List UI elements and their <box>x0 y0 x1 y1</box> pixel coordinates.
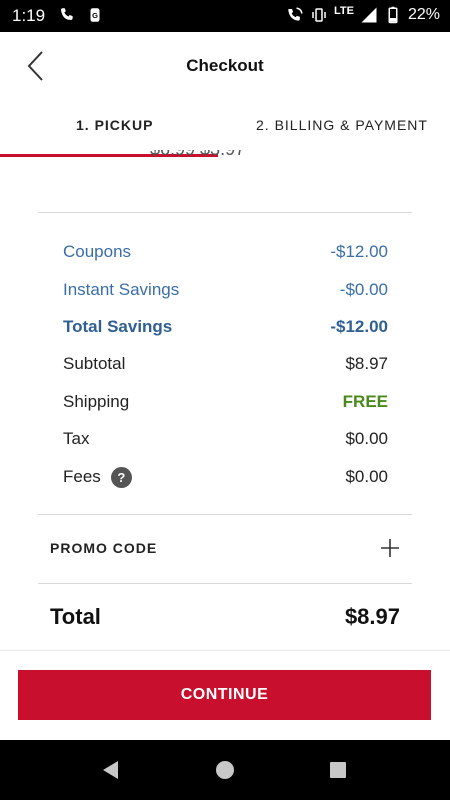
status-icons-left: G <box>58 5 104 25</box>
instant-savings-row: Instant Savings -$0.00 <box>63 276 388 304</box>
promo-code-label: PROMO CODE <box>50 540 158 556</box>
status-icons-right: LTE 22% <box>286 5 440 25</box>
clipped-item-price: $6.99 $3.97 <box>150 150 245 162</box>
fees-label-wrap: Fees ? <box>63 466 132 488</box>
total-savings-label: Total Savings <box>63 317 173 336</box>
shipping-label: Shipping <box>63 392 130 411</box>
total-savings-value: -$12.00 <box>330 317 388 336</box>
subtotal-value: $8.97 <box>345 354 388 373</box>
phone-icon <box>61 8 73 20</box>
battery-icon <box>388 6 398 24</box>
recents-square-icon[interactable] <box>328 760 348 780</box>
home-circle-icon[interactable] <box>215 760 235 780</box>
fees-value: $0.00 <box>345 467 388 486</box>
subtotal-label: Subtotal <box>63 354 126 373</box>
coupons-value: -$12.00 <box>330 242 388 261</box>
tab-pickup[interactable]: 1. PICKUP <box>76 117 153 133</box>
checkout-header: Checkout <box>0 32 450 102</box>
fees-label: Fees <box>63 467 101 486</box>
shipping-value: FREE <box>342 392 388 411</box>
total-label: Total <box>50 604 101 629</box>
continue-button[interactable]: CONTINUE <box>18 670 431 720</box>
tax-row: Tax $0.00 <box>63 425 388 453</box>
promo-code-toggle[interactable]: PROMO CODE <box>38 516 412 582</box>
total-savings-row: Total Savings -$12.00 <box>63 313 388 341</box>
subtotal-row: Subtotal $8.97 <box>63 350 388 378</box>
back-triangle-icon[interactable] <box>100 760 120 780</box>
total-value: $8.97 <box>344 604 400 629</box>
order-total: Total $8.97 <box>50 604 400 630</box>
battery-percent: 22% <box>407 6 440 23</box>
tax-label: Tax <box>63 429 90 448</box>
network-type: LTE <box>334 5 354 17</box>
divider <box>38 583 412 584</box>
vibrate-icon <box>312 8 326 22</box>
page-title: Checkout <box>186 56 264 75</box>
signal-icon <box>361 7 377 23</box>
divider <box>38 212 412 213</box>
svg-text:G: G <box>92 11 98 20</box>
tab-billing-payment[interactable]: 2. BILLING & PAYMENT <box>256 117 428 133</box>
system-nav-bar <box>0 740 450 800</box>
coupons-label: Coupons <box>63 242 132 261</box>
app-notification-icon: G <box>90 8 100 22</box>
status-time: 1:19 <box>12 6 46 25</box>
shipping-row: Shipping FREE <box>63 388 388 416</box>
status-bar: 1:19 G LTE 22% <box>0 0 450 32</box>
plus-icon[interactable] <box>380 538 400 558</box>
coupons-row: Coupons -$12.00 <box>63 238 388 266</box>
fees-help-icon[interactable]: ? <box>110 466 132 488</box>
instant-savings-value: -$0.00 <box>339 280 388 299</box>
fees-row: Fees ? $0.00 <box>63 463 388 491</box>
footer-divider <box>0 650 450 651</box>
wifi-calling-icon <box>288 7 303 21</box>
instant-savings-label: Instant Savings <box>63 280 180 299</box>
divider <box>38 514 412 515</box>
tax-value: $0.00 <box>345 429 388 448</box>
